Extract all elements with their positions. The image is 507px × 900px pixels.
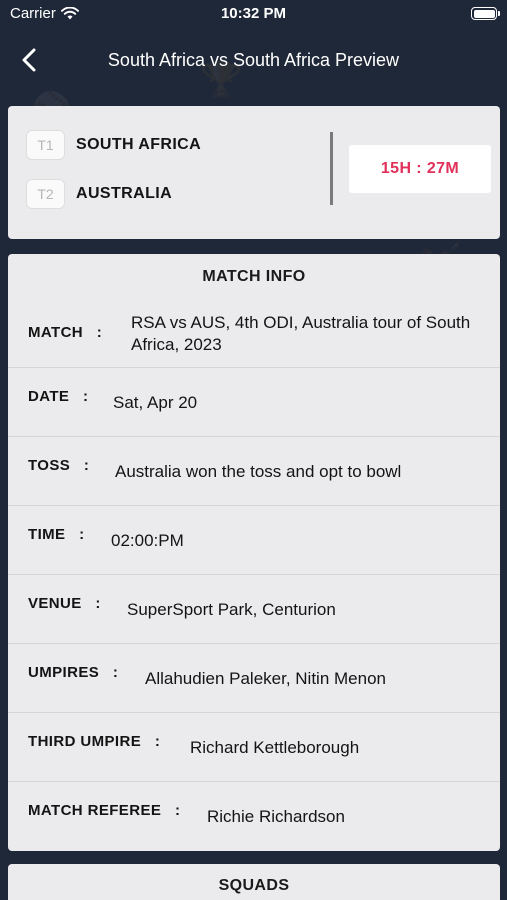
team-2-name: AUSTRALIA <box>76 185 173 202</box>
squads-title: SQUADS <box>218 877 290 894</box>
countdown-timer: 15H : 27M <box>349 145 491 193</box>
team-row-2: T2 AUSTRALIA <box>26 179 172 209</box>
match-info-title: MATCH INFO <box>202 268 306 285</box>
info-row-third-umpire: THIRD UMPIRE : Richard Kettleborough <box>8 713 500 782</box>
battery-icon <box>471 7 500 20</box>
vertical-divider <box>330 132 333 205</box>
info-row-match-referee: MATCH REFEREE : Richie Richardson <box>8 782 500 851</box>
teams-card: T1 SOUTH AFRICA T2 AUSTRALIA 15H : 27M <box>8 106 500 239</box>
squads-card[interactable]: SQUADS <box>8 864 500 900</box>
status-time: 10:32 PM <box>220 5 287 22</box>
team-1-badge: T1 <box>26 130 65 160</box>
info-row-venue: VENUE : SuperSport Park, Centurion <box>8 575 500 644</box>
info-value-date: Sat, Apr 20 <box>113 393 198 412</box>
info-label-toss: TOSS : <box>28 457 90 474</box>
team-1-name: SOUTH AFRICA <box>76 136 202 153</box>
info-label-time: TIME : <box>28 526 85 543</box>
info-value-time: 02:00:PM <box>111 531 184 550</box>
info-label-match-referee: MATCH REFEREE : <box>28 802 181 819</box>
info-label-venue: VENUE : <box>28 595 101 612</box>
info-row-date: DATE : Sat, Apr 20 <box>8 368 500 437</box>
match-info-card: MATCH INFO MATCH : RSA vs AUS, 4th ODI, … <box>8 254 500 851</box>
navigation-bar: South Africa vs South Africa Preview <box>0 34 507 84</box>
back-button[interactable] <box>16 46 42 74</box>
info-value-umpires: Allahudien Paleker, Nitin Menon <box>145 669 386 688</box>
info-label-match: MATCH : <box>28 324 103 341</box>
info-value-match-referee: Richie Richardson <box>207 807 345 826</box>
chevron-left-icon <box>22 48 36 72</box>
team-2-badge: T2 <box>26 179 65 209</box>
info-value-toss: Australia won the toss and opt to bowl <box>115 462 402 481</box>
info-value-match: RSA vs AUS, 4th ODI, Australia tour of S… <box>131 313 471 354</box>
info-value-venue: SuperSport Park, Centurion <box>127 600 336 619</box>
info-label-date: DATE : <box>28 388 89 405</box>
info-row-toss: TOSS : Australia won the toss and opt to… <box>8 437 500 506</box>
info-row-umpires: UMPIRES : Allahudien Paleker, Nitin Meno… <box>8 644 500 713</box>
info-row-time: TIME : 02:00:PM <box>8 506 500 575</box>
info-label-third-umpire: THIRD UMPIRE : <box>28 733 161 750</box>
status-bar: Carrier 10:32 PM <box>0 0 507 28</box>
team-row-1: T1 SOUTH AFRICA <box>26 130 201 160</box>
info-label-umpires: UMPIRES : <box>28 664 119 681</box>
page-title: South Africa vs South Africa Preview <box>107 50 400 70</box>
info-value-third-umpire: Richard Kettleborough <box>190 738 360 757</box>
info-row-match: MATCH : RSA vs AUS, 4th ODI, Australia t… <box>8 298 500 368</box>
